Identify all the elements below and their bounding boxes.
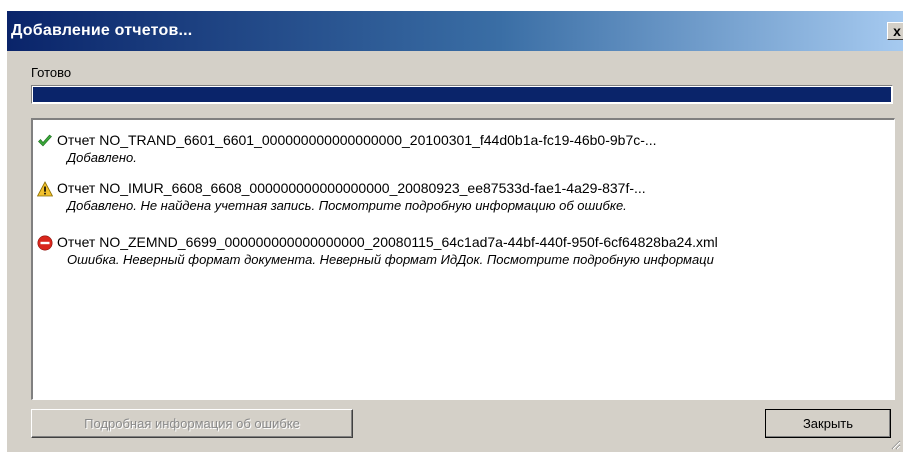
status-label: Готово <box>31 65 72 80</box>
log-entry-title: Отчет NO_TRAND_6601_6601_000000000000000… <box>57 132 657 148</box>
error-details-button[interactable]: Подробная информация об ошибке <box>31 409 353 438</box>
log-entry-message: Добавлено. Не найдена учетная запись. По… <box>67 198 627 213</box>
error-icon <box>37 235 53 251</box>
log-entry-title: Отчет NO_IMUR_6608_6608_0000000000000000… <box>57 180 646 196</box>
progress-bar <box>31 85 893 104</box>
progress-fill <box>33 87 891 102</box>
dialog-window: Добавление отчетов... x Готово Отчет NO_… <box>6 10 903 452</box>
check-icon <box>38 134 52 147</box>
log-entry-message: Ошибка. Неверный формат документа. Невер… <box>67 252 714 267</box>
window-title: Добавление отчетов... <box>11 22 193 39</box>
warning-icon <box>37 181 53 197</box>
resize-grip-icon[interactable] <box>889 438 901 450</box>
log-entry-message: Добавлено. <box>67 150 137 165</box>
close-window-button[interactable]: x <box>887 22 903 40</box>
log-entry-title: Отчет NO_ZEMND_6699_000000000000000000_2… <box>57 234 718 250</box>
report-log-list[interactable]: Отчет NO_TRAND_6601_6601_000000000000000… <box>31 118 895 400</box>
title-bar[interactable]: Добавление отчетов... <box>7 11 903 51</box>
close-button[interactable]: Закрыть <box>765 409 891 438</box>
